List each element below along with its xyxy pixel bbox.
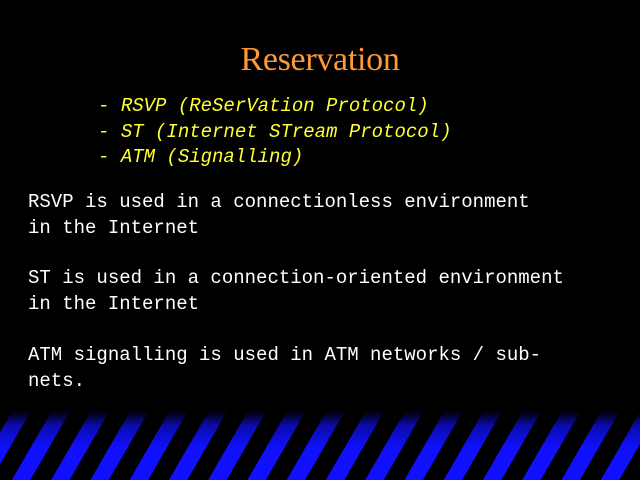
bullet-dash: - [98, 146, 121, 168]
bullet-item: - RSVP (ReSerVation Protocol) [98, 94, 451, 120]
bullet-list: - RSVP (ReSerVation Protocol) - ST (Inte… [98, 94, 451, 171]
slide-title: Reservation [240, 41, 400, 78]
bullet-item: - ST (Internet STream Protocol) [98, 120, 451, 146]
bullet-item: - ATM (Signalling) [98, 145, 451, 171]
bullet-dash: - [98, 95, 121, 117]
bullet-text: RSVP (ReSerVation Protocol) [120, 95, 429, 117]
paragraph-st: ST is used in a connection-oriented envi… [28, 267, 564, 315]
paragraph-atm: ATM signalling is used in ATM networks /… [28, 344, 542, 392]
decorative-stripe-band [0, 410, 640, 480]
slide: Reservation - RSVP (ReSerVation Protocol… [0, 0, 640, 480]
bullet-text: ATM (Signalling) [120, 146, 304, 168]
paragraph-rsvp: RSVP is used in a connectionless environ… [28, 191, 530, 239]
bullet-dash: - [98, 120, 121, 143]
bullet-text: ST (Internet STream Protocol) [120, 120, 452, 143]
